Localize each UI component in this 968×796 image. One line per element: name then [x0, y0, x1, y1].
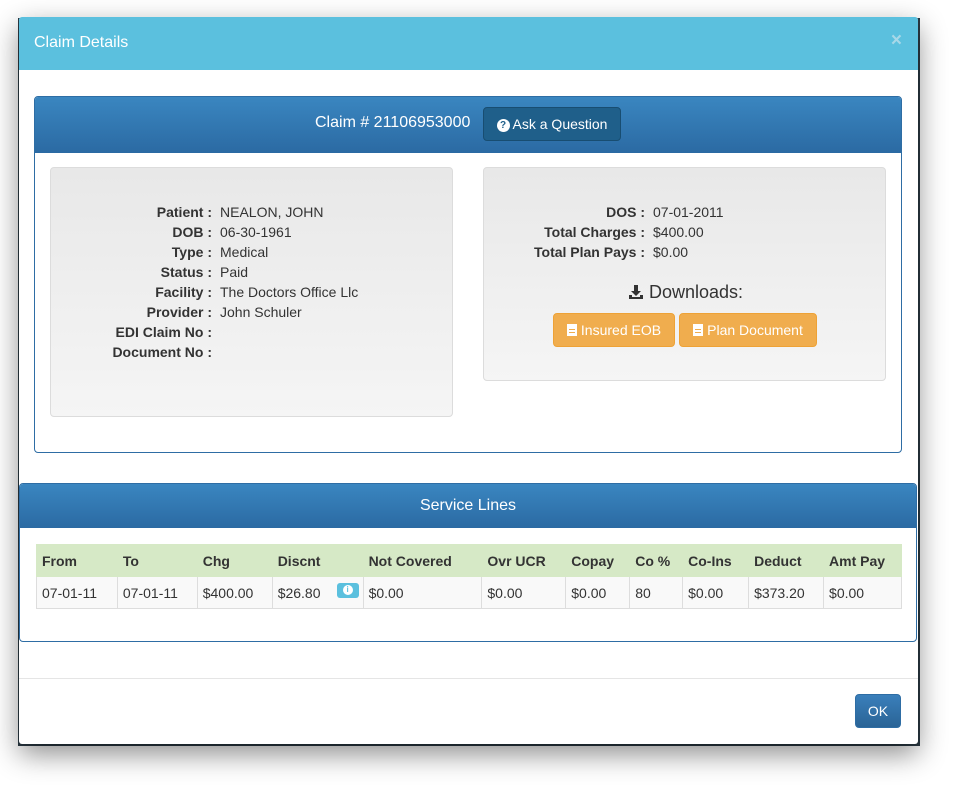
file-icon [566, 324, 577, 336]
cell-not-covered: $0.00 [362, 576, 483, 609]
claim-info-fields: Patient : NEALON, JOHN DOB : 06-30-1961 … [51, 204, 454, 374]
modal-header: Claim Details × [19, 17, 918, 70]
service-lines-heading: Service Lines [20, 484, 916, 528]
cell-co-ins: $0.00 [682, 576, 750, 609]
claim-number-title: Claim # 21106953000 [315, 114, 471, 131]
plan-document-button[interactable]: Plan Document [679, 313, 817, 347]
table-header-row: From To Chg Discnt Not Covered Ovr UCR C… [36, 544, 902, 577]
column-header: Co % [629, 544, 684, 577]
cell-to: 07-01-11 [116, 576, 198, 609]
column-header: To [116, 544, 198, 577]
column-header: Co-Ins [682, 544, 750, 577]
downloads-label: Downloads: [648, 282, 744, 302]
field-label: Facility : [155, 284, 212, 300]
claim-details-modal: Claim Details × Claim # 21106953000 ? Ask… [19, 17, 918, 744]
field-label: DOS : [606, 204, 645, 220]
service-lines-table: From To Chg Discnt Not Covered Ovr UCR C… [36, 544, 902, 609]
claim-panel-heading: Claim # 21106953000 ? Ask a Question [35, 97, 901, 153]
downloads-heading: Downloads: [484, 282, 887, 303]
column-header: Discnt [271, 544, 364, 577]
ok-button[interactable]: OK [855, 694, 901, 728]
field-label: Type : [171, 244, 212, 260]
field-label: Patient : [156, 204, 212, 220]
column-header: From [36, 544, 118, 577]
column-header: Not Covered [362, 544, 483, 577]
field-label: Provider : [146, 304, 212, 320]
table-row: 07-01-11 07-01-11 $400.00 $26.80 i $0.00… [36, 576, 902, 609]
ask-question-label: Ask a Question [512, 116, 608, 132]
field-value: $0.00 [653, 244, 689, 260]
claim-totals-fields: DOS : 07-01-2011 Total Charges : $400.00… [484, 204, 887, 264]
column-header: Ovr UCR [481, 544, 567, 577]
field-label: DOB : [172, 224, 212, 240]
service-lines-title: Service Lines [419, 497, 517, 514]
field-value: Medical [220, 244, 269, 260]
discount-value: $26.80 [277, 584, 321, 601]
insured-eob-button[interactable]: Insured EOB [553, 313, 675, 347]
field-label: Document No : [112, 344, 212, 360]
field-label: EDI Claim No : [115, 324, 212, 340]
modal-title: Claim Details [34, 34, 129, 51]
field-value: NEALON, JOHN [220, 204, 324, 220]
cell-discnt: $26.80 i [271, 576, 364, 609]
claim-panel: Claim # 21106953000 ? Ask a Question Pati… [34, 96, 902, 453]
cell-co-percent: 80 [629, 576, 684, 609]
download-icon [628, 285, 643, 299]
field-value: The Doctors Office Llc [220, 284, 359, 300]
cell-from: 07-01-11 [36, 576, 118, 609]
field-value: 06-30-1961 [220, 224, 292, 240]
cell-ovr-ucr: $0.00 [481, 576, 567, 609]
claim-totals-well: DOS : 07-01-2011 Total Charges : $400.00… [483, 167, 886, 381]
column-header: Copay [565, 544, 631, 577]
service-lines-panel: Service Lines From To Chg Discnt Not Cov… [19, 483, 917, 642]
question-circle-icon: ? [496, 119, 510, 132]
field-label: Status : [160, 264, 212, 280]
plan-document-label: Plan Document [707, 322, 803, 338]
modal-footer: OK [19, 678, 918, 744]
field-value: Paid [220, 264, 249, 280]
column-header: Chg [196, 544, 273, 577]
info-icon[interactable]: i [336, 583, 359, 598]
claim-info-well: Patient : NEALON, JOHN DOB : 06-30-1961 … [50, 167, 453, 417]
column-header: Amt Pay [823, 544, 902, 577]
cell-copay: $0.00 [565, 576, 631, 609]
field-label: Total Plan Pays : [534, 244, 645, 260]
insured-eob-label: Insured EOB [580, 322, 662, 338]
field-value: 07-01-2011 [653, 204, 724, 220]
field-value: $400.00 [653, 224, 704, 240]
ask-question-button[interactable]: ? Ask a Question [483, 107, 621, 141]
cell-chg: $400.00 [196, 576, 273, 609]
column-header: Deduct [748, 544, 825, 577]
close-icon[interactable]: × [891, 30, 902, 52]
field-label: Total Charges : [544, 224, 645, 240]
field-value: John Schuler [220, 304, 302, 320]
cell-amt-pay: $0.00 [823, 576, 902, 609]
cell-deduct: $373.20 [748, 576, 825, 609]
file-icon [693, 324, 704, 336]
